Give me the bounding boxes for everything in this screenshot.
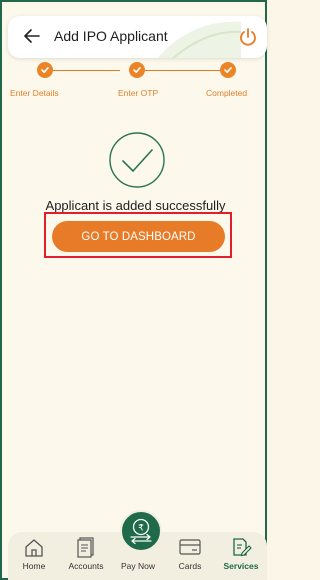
nav-label-services: Services	[223, 561, 259, 571]
step-1-check-icon	[37, 62, 53, 78]
nav-cards[interactable]: Cards	[164, 532, 216, 580]
nav-label-cards: Cards	[178, 561, 202, 571]
edit-doc-icon	[233, 538, 252, 557]
step-connector	[46, 70, 120, 71]
step-2-label: Enter OTP	[118, 88, 159, 98]
progress-stepper: Enter Details Enter OTP Completed	[2, 60, 269, 100]
document-icon	[77, 537, 94, 558]
arrow-left-icon	[24, 29, 40, 43]
pay-now-button[interactable]: ₹	[120, 510, 162, 552]
go-to-dashboard-button[interactable]: GO TO DASHBOARD	[52, 221, 225, 252]
page-title: Add IPO Applicant	[54, 28, 168, 44]
svg-text:₹: ₹	[138, 524, 144, 534]
step-connector	[145, 70, 225, 71]
nav-label-accounts: Accounts	[68, 561, 104, 571]
step-3-check-icon	[220, 62, 236, 78]
nav-label-pay-now: Pay Now	[120, 561, 155, 571]
app-header: Add IPO Applicant	[8, 16, 267, 58]
step-1-label: Enter Details	[10, 88, 59, 98]
nav-services[interactable]: Services	[215, 532, 267, 580]
step-2-check-icon	[129, 62, 145, 78]
step-3-label: Completed	[206, 88, 248, 98]
back-button[interactable]	[20, 24, 44, 48]
check-circle-icon	[109, 132, 165, 188]
power-icon[interactable]	[237, 26, 259, 48]
app-frame: Add IPO Applicant Enter Details Enter OT…	[0, 0, 267, 580]
success-message: Applicant is added successfully	[45, 198, 226, 213]
nav-home[interactable]: Home	[8, 532, 60, 580]
home-icon	[25, 539, 43, 557]
rupee-transfer-icon: ₹	[130, 518, 152, 545]
nav-accounts[interactable]: Accounts	[60, 532, 112, 580]
nav-label-home: Home	[22, 561, 46, 571]
card-icon	[179, 539, 201, 555]
